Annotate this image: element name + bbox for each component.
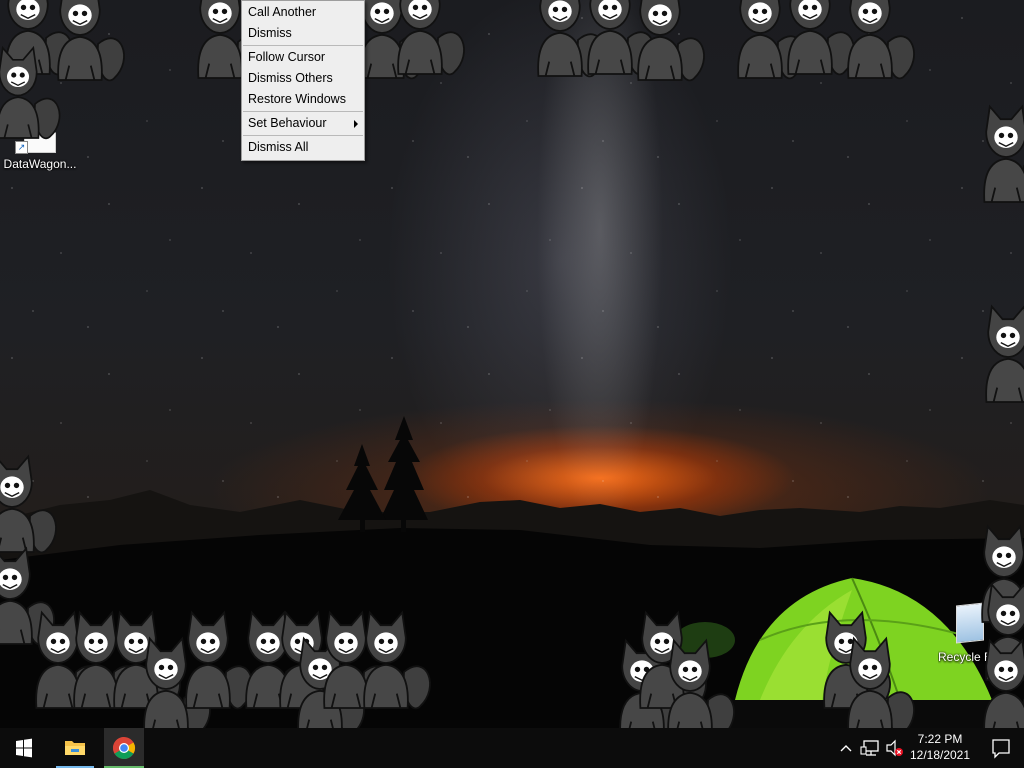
start-button[interactable] [0, 728, 48, 768]
taskbar: 7:22 PM 12/18/2021 [0, 728, 1024, 768]
submenu-arrow-icon [354, 120, 358, 128]
pet-sprite [0, 455, 57, 554]
pet-sprite [397, 0, 465, 76]
clock-date: 12/18/2021 [909, 748, 971, 762]
menu-item-dismiss-all[interactable]: Dismiss All [242, 137, 364, 158]
desktop-pet-sprite-layer [0, 0, 1024, 728]
menu-item-dismiss-others[interactable]: Dismiss Others [242, 68, 364, 89]
pet-sprite [985, 305, 1024, 404]
windows-logo-icon [16, 738, 32, 758]
action-center-button[interactable] [978, 728, 1024, 768]
pet-sprite [983, 105, 1024, 204]
taskbar-clock[interactable]: 7:22 PM 12/18/2021 [904, 731, 976, 763]
menu-item-restore-windows[interactable]: Restore Windows [242, 89, 364, 110]
pet-context-menu: Call Another Dismiss Follow Cursor Dismi… [241, 0, 365, 161]
pet-sprite [847, 0, 915, 80]
file-explorer-icon [65, 741, 85, 755]
menu-separator [243, 45, 363, 46]
pet-sprite [847, 637, 915, 728]
volume-muted-icon[interactable] [884, 738, 906, 758]
clock-time: 7:22 PM [917, 732, 963, 746]
menu-item-follow-cursor[interactable]: Follow Cursor [242, 47, 364, 68]
desktop[interactable]: uter ↗ DataWagon... Recycle Bin [0, 0, 1024, 728]
chevron-up-icon[interactable] [838, 738, 854, 758]
taskbar-chrome[interactable] [104, 728, 144, 768]
taskbar-file-explorer[interactable] [56, 728, 94, 768]
menu-item-label: Set Behaviour [248, 116, 327, 130]
network-icon[interactable] [860, 738, 882, 758]
pet-sprite [667, 639, 735, 728]
pet-sprite [983, 639, 1024, 728]
menu-separator [243, 111, 363, 112]
notification-icon [992, 739, 1010, 759]
chrome-icon [113, 737, 135, 759]
pet-sprite [185, 611, 253, 710]
menu-item-dismiss[interactable]: Dismiss [242, 23, 364, 44]
pet-sprite [363, 611, 431, 710]
menu-separator [243, 135, 363, 136]
pet-sprite [787, 0, 855, 76]
menu-item-set-behaviour[interactable]: Set Behaviour [242, 113, 364, 134]
menu-item-call-another[interactable]: Call Another [242, 2, 364, 23]
